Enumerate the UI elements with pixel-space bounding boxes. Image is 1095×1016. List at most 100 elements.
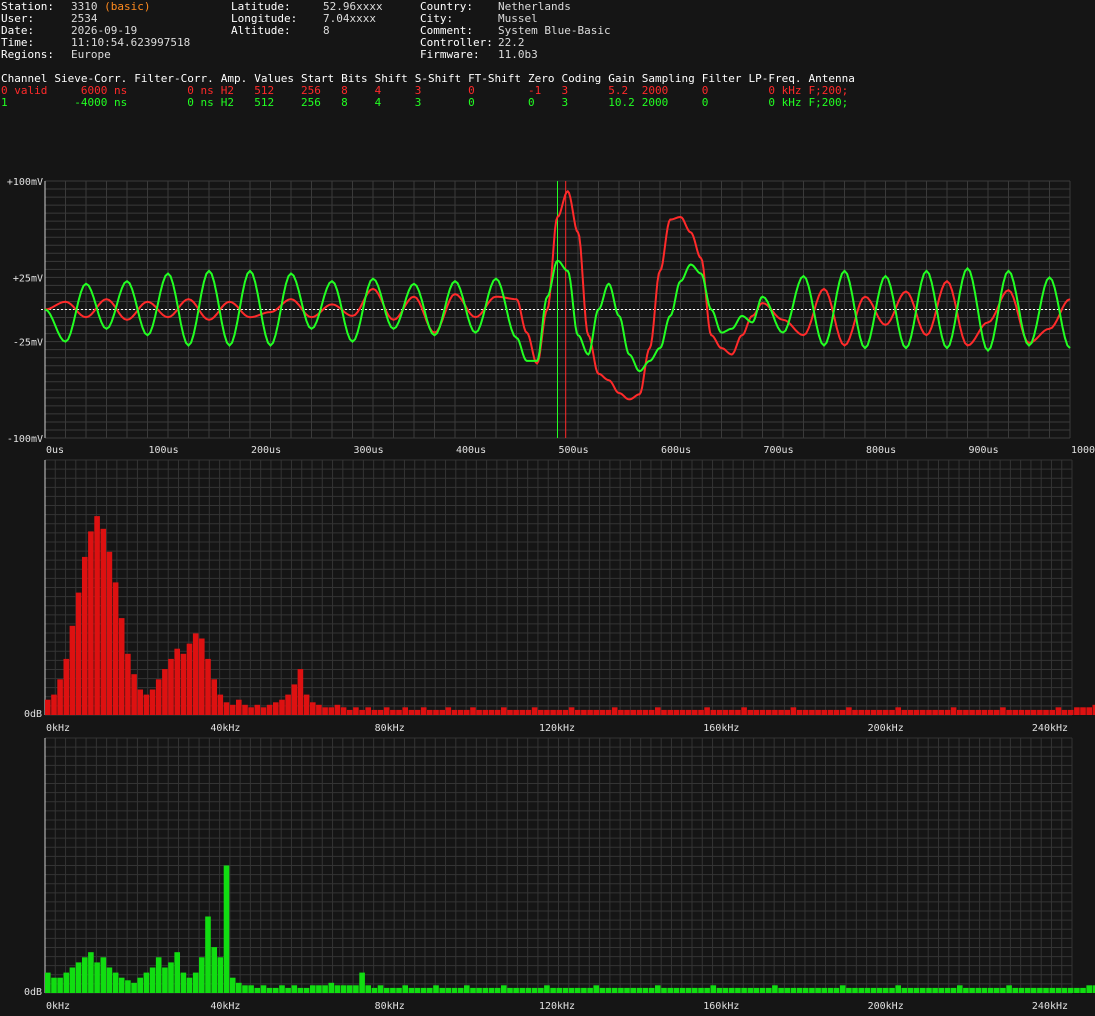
channel-cell: 0 xyxy=(468,97,528,109)
spectrum-bar xyxy=(218,695,224,715)
spectrum-bar xyxy=(446,988,452,993)
spectrum-bar xyxy=(329,983,335,993)
spectrum-bar xyxy=(335,985,341,993)
spectrum-bar xyxy=(396,710,402,715)
spectrum-bar xyxy=(1006,710,1012,715)
spectrum-bar xyxy=(791,988,797,993)
spectrum-bar xyxy=(415,710,421,715)
spectrum-bar xyxy=(483,988,489,993)
spectrum-bar xyxy=(181,973,187,993)
spectrum-bar xyxy=(57,679,63,715)
spectrum-bar xyxy=(458,710,464,715)
spectrum-bar xyxy=(365,707,371,715)
spectrum-bar xyxy=(717,710,723,715)
header-field-label: Altitude: xyxy=(231,25,323,37)
spectrum-bar xyxy=(101,529,107,715)
spectrum-bar xyxy=(612,988,618,993)
x-tick-label: 1000us xyxy=(1071,445,1095,456)
spectrum-bar xyxy=(322,707,328,715)
spectrum-bar xyxy=(476,988,482,993)
spectrum-bar xyxy=(137,690,143,716)
spectrum-bar xyxy=(957,985,963,993)
x-tick-label: 40kHz xyxy=(210,723,240,734)
spectrum-bar xyxy=(871,988,877,993)
spectrum-bar xyxy=(421,988,427,993)
spectrum-bar xyxy=(1012,988,1018,993)
spectrum-bar xyxy=(982,710,988,715)
spectrum-bar xyxy=(101,957,107,993)
spectrum-bar xyxy=(612,707,618,715)
spectrum-bar xyxy=(378,985,384,993)
channel-cell: H2 xyxy=(221,97,255,109)
spectrum-bar xyxy=(526,988,532,993)
spectrum-bar xyxy=(1049,988,1055,993)
column-header: Filter xyxy=(702,73,749,85)
station-type-badge: (basic) xyxy=(98,0,151,13)
spectrum-bar xyxy=(421,707,427,715)
spectrum-bar xyxy=(359,710,365,715)
spectrum-bar xyxy=(649,988,655,993)
channel-cell: 0 ns xyxy=(134,97,220,109)
spectrum-bar xyxy=(797,710,803,715)
spectrum-bar xyxy=(137,978,143,993)
spectrum-bar xyxy=(766,710,772,715)
spectrum-bar xyxy=(57,978,63,993)
spectrum-bar xyxy=(846,988,852,993)
spectrum-bar xyxy=(889,988,895,993)
spectrum-bar xyxy=(495,988,501,993)
spectrum-bar xyxy=(834,988,840,993)
spectrum-bar xyxy=(926,710,932,715)
spectrum-bar xyxy=(464,710,470,715)
spectrum-bar xyxy=(1086,985,1092,993)
channel-cell: 8 xyxy=(341,97,375,109)
header-field: Altitude:8 xyxy=(231,25,383,37)
spectrum-bar xyxy=(390,710,396,715)
spectrum-bar xyxy=(162,968,168,994)
channel-cell: 512 xyxy=(254,97,301,109)
spectrum-bar xyxy=(932,710,938,715)
spectrum-bar xyxy=(187,644,193,715)
column-header: FT-Shift xyxy=(468,73,528,85)
spectrum-bar xyxy=(643,988,649,993)
x-tick-label: 40kHz xyxy=(210,1001,240,1012)
spectrum-bar xyxy=(384,707,390,715)
channel-cell: 0 xyxy=(468,85,528,97)
spectrum-bar xyxy=(815,988,821,993)
channel-cell: -4000 ns xyxy=(54,97,134,109)
x-tick-label: 0us xyxy=(46,445,64,456)
spectrum-bar xyxy=(409,988,415,993)
spectrum-bar xyxy=(279,700,285,715)
spectrum-bar xyxy=(45,700,51,715)
spectrum-bar xyxy=(772,985,778,993)
spectrum-bar xyxy=(156,679,162,715)
header-field: Firmware:11.0b3 xyxy=(420,49,611,61)
spectrum-bar xyxy=(70,626,76,715)
spectrum-bar xyxy=(205,659,211,715)
spectrum-bar xyxy=(951,988,957,993)
spectrum-bar xyxy=(162,669,168,715)
spectrum-bar xyxy=(261,985,267,993)
spectrum-bar xyxy=(353,985,359,993)
spectrum-bar xyxy=(452,710,458,715)
spectrum-bar xyxy=(858,710,864,715)
spectrum-bar xyxy=(902,988,908,993)
spectrum-bar xyxy=(439,988,445,993)
spectrum-bar xyxy=(285,695,291,715)
spectrum-bar xyxy=(1062,988,1068,993)
spectrum-bar xyxy=(279,985,285,993)
spectrum-bar xyxy=(667,710,673,715)
channel-cell: 1 xyxy=(1,97,54,109)
spectrum-bar xyxy=(45,973,51,993)
spectrum-bar xyxy=(131,983,137,993)
channel-cell: 10.2 xyxy=(608,97,642,109)
channel-cell: 2000 xyxy=(642,97,702,109)
spectrum-bar xyxy=(51,695,57,715)
spectrum-bar xyxy=(581,988,587,993)
spectrum-bar xyxy=(107,552,113,715)
spectrum-bar xyxy=(834,710,840,715)
spectrum-bar xyxy=(748,988,754,993)
spectrum-bar xyxy=(1037,988,1043,993)
spectrum-bar xyxy=(113,973,119,993)
spectrum-bar xyxy=(550,710,556,715)
spectrum-bar xyxy=(224,866,230,994)
